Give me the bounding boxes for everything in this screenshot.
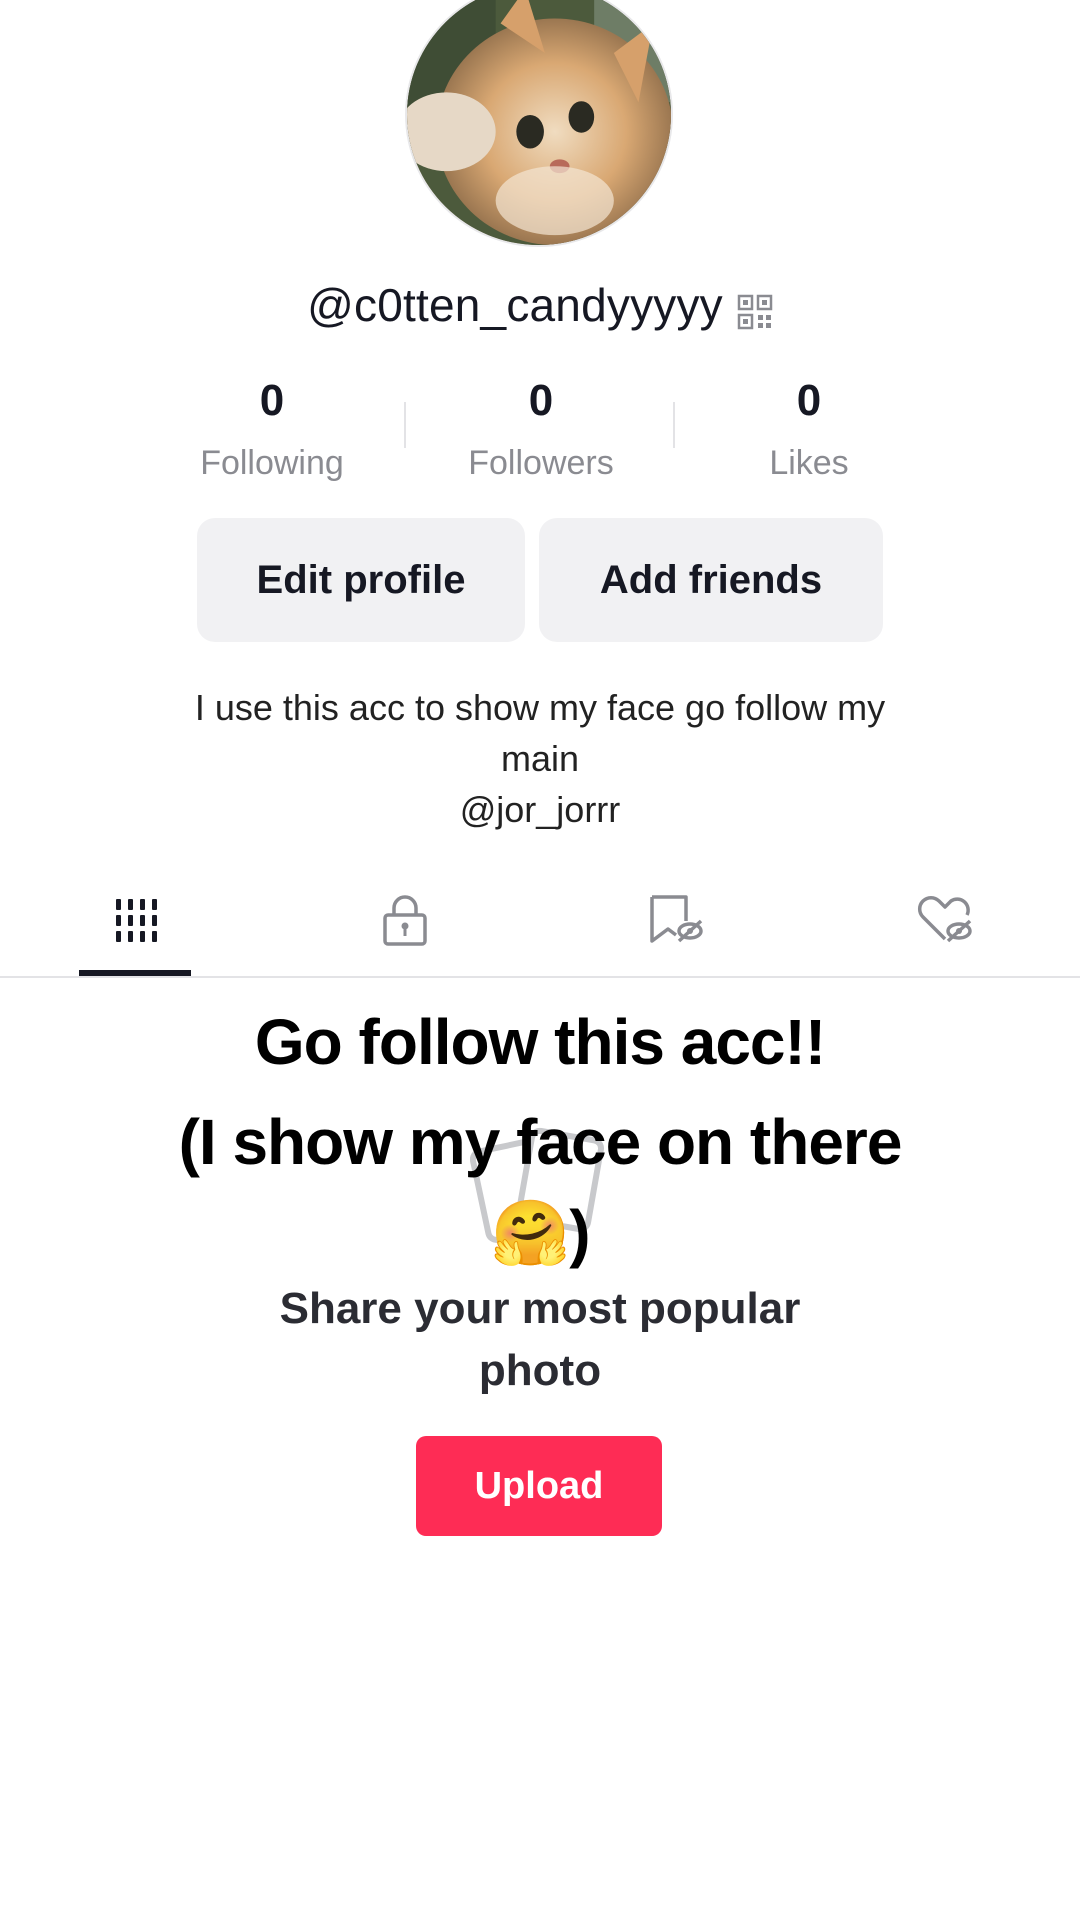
overlay-caption-paren: ) bbox=[569, 1197, 590, 1269]
stat-divider bbox=[673, 402, 675, 448]
edit-profile-button[interactable]: Edit profile bbox=[197, 518, 525, 642]
lock-icon bbox=[383, 895, 427, 946]
stat-likes[interactable]: 0 Likes bbox=[709, 376, 909, 483]
following-label: Following bbox=[200, 444, 344, 482]
followers-label: Followers bbox=[468, 444, 614, 482]
overlay-caption-line: 🤗) bbox=[0, 1196, 1080, 1271]
likes-count: 0 bbox=[796, 376, 822, 425]
empty-state-line: Share your most popular bbox=[279, 1284, 801, 1333]
following-count: 0 bbox=[259, 376, 285, 425]
stat-divider bbox=[404, 402, 406, 448]
bio-mention-link[interactable]: @jor_jorrr bbox=[0, 784, 1080, 835]
avatar[interactable] bbox=[405, 0, 673, 247]
tab-liked[interactable] bbox=[885, 880, 1005, 960]
kitten-avatar-image bbox=[407, 0, 671, 245]
bio-line: I use this acc to show my face go follow… bbox=[194, 687, 886, 728]
add-friends-button[interactable]: Add friends bbox=[539, 518, 883, 642]
stat-following[interactable]: 0 Following bbox=[172, 376, 372, 483]
hugging-face-emoji: 🤗 bbox=[490, 1197, 571, 1269]
heart-hidden-icon bbox=[917, 895, 972, 943]
followers-count: 0 bbox=[528, 376, 554, 425]
tab-videos-grid[interactable] bbox=[75, 880, 195, 960]
overlay-caption-line: (I show my face on there bbox=[178, 1106, 903, 1178]
tabs-divider bbox=[0, 976, 1080, 978]
empty-state-line: photo bbox=[478, 1346, 602, 1395]
bookmark-hidden-icon bbox=[650, 895, 703, 943]
tab-saved[interactable] bbox=[615, 880, 735, 960]
grid-icon bbox=[116, 899, 157, 942]
username-row: @c0tten_candyyyyy bbox=[0, 278, 1080, 332]
bio-line: main bbox=[500, 738, 580, 779]
bio: I use this acc to show my face go follow… bbox=[0, 682, 1080, 835]
likes-label: Likes bbox=[769, 444, 849, 482]
empty-state-message: Share your most popular photo bbox=[0, 1278, 1080, 1402]
tab-private[interactable] bbox=[345, 880, 465, 960]
upload-button[interactable]: Upload bbox=[416, 1436, 662, 1536]
username: @c0tten_candyyyyy bbox=[307, 279, 723, 331]
qr-code-icon[interactable] bbox=[737, 287, 773, 330]
overlay-caption-line: Go follow this acc!! bbox=[254, 1006, 826, 1078]
stat-followers[interactable]: 0 Followers bbox=[441, 376, 641, 483]
